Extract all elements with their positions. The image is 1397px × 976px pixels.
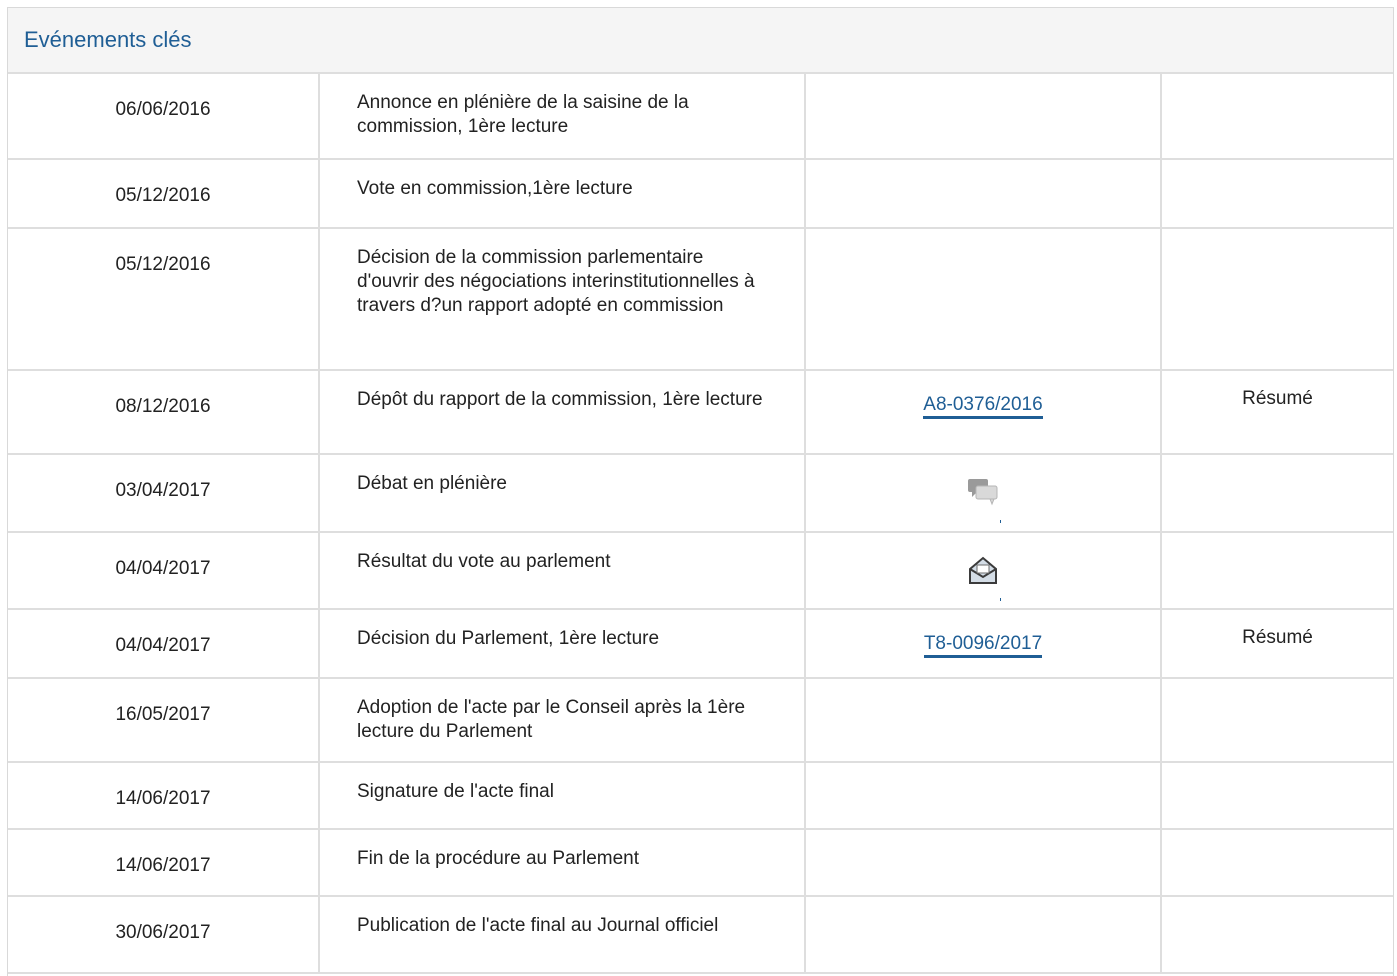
- event-date: 04/04/2017: [8, 532, 320, 610]
- panel-title: Evénements clés: [24, 27, 192, 52]
- event-document-cell: [805, 74, 1162, 160]
- event-description: Signature de l'acte final: [319, 762, 806, 830]
- event-row: 04/04/2017 Résultat du vote au parlement: [8, 532, 1393, 610]
- event-description: Annonce en plénière de la saisine de la …: [319, 74, 806, 160]
- event-description: Résultat du vote au parlement: [319, 532, 806, 610]
- event-row: 16/05/2017 Adoption de l'acte par le Cons…: [8, 678, 1393, 763]
- event-document-cell: [805, 454, 1162, 533]
- event-document-cell: [805, 829, 1162, 897]
- event-date: 14/06/2017: [8, 762, 320, 830]
- event-row: 14/06/2017 Fin de la procédure au Parleme…: [8, 829, 1393, 897]
- events-table: 06/06/2016 Annonce en plénière de la sais…: [8, 74, 1393, 974]
- event-summary: [1161, 678, 1393, 763]
- event-document-cell: [805, 678, 1162, 763]
- event-description: Dépôt du rapport de la commission, 1ère …: [319, 370, 806, 455]
- event-description: Fin de la procédure au Parlement: [319, 829, 806, 897]
- event-description: Débat en plénière: [319, 454, 806, 533]
- event-document-cell: [805, 228, 1162, 371]
- ballot-box-vote-icon[interactable]: [966, 553, 1000, 587]
- event-row: 05/12/2016 Vote en commission,1ère lectur…: [8, 159, 1393, 229]
- event-summary[interactable]: Résumé: [1161, 370, 1393, 455]
- event-summary: [1161, 762, 1393, 830]
- event-row: 06/06/2016 Annonce en plénière de la sais…: [8, 74, 1393, 160]
- panel-header: Evénements clés: [8, 8, 1393, 74]
- event-date: 04/04/2017: [8, 609, 320, 679]
- document-reference-link[interactable]: A8-0376/2016: [923, 394, 1043, 419]
- key-events-panel: Evénements clés 06/06/2016 Annonce en plé…: [7, 7, 1394, 976]
- event-document-cell: [805, 532, 1162, 610]
- event-row: 05/12/2016 Décision de la commission parl…: [8, 228, 1393, 371]
- document-reference-link[interactable]: T8-0096/2017: [923, 633, 1043, 658]
- event-document-cell: T8-0096/2017: [805, 609, 1162, 679]
- event-date: 08/12/2016: [8, 370, 320, 455]
- event-date: 03/04/2017: [8, 454, 320, 533]
- event-description: Vote en commission,1ère lecture: [319, 159, 806, 229]
- event-date: 30/06/2017: [8, 896, 320, 974]
- event-summary: [1161, 896, 1393, 974]
- icon-link-marker: [999, 520, 1001, 523]
- event-document-cell: [805, 896, 1162, 974]
- event-date: 06/06/2016: [8, 74, 320, 160]
- event-description: Décision de la commission parlementaire …: [319, 228, 806, 371]
- event-row: 03/04/2017 Débat en plénière: [8, 454, 1393, 533]
- event-row: 04/04/2017 Décision du Parlement, 1ère le…: [8, 609, 1393, 679]
- event-document-cell: [805, 159, 1162, 229]
- event-description: Publication de l'acte final au Journal o…: [319, 896, 806, 974]
- event-summary: [1161, 159, 1393, 229]
- event-row: 30/06/2017 Publication de l'acte final au…: [8, 896, 1393, 974]
- event-description: Adoption de l'acte par le Conseil après …: [319, 678, 806, 763]
- event-date: 05/12/2016: [8, 159, 320, 229]
- event-row: 08/12/2016 Dépôt du rapport de la commiss…: [8, 370, 1393, 455]
- event-date: 05/12/2016: [8, 228, 320, 371]
- event-row: 14/06/2017 Signature de l'acte final: [8, 762, 1393, 830]
- event-document-cell: A8-0376/2016: [805, 370, 1162, 455]
- event-date: 14/06/2017: [8, 829, 320, 897]
- event-document-cell: [805, 762, 1162, 830]
- debate-speech-bubbles-icon[interactable]: [966, 475, 1000, 509]
- event-summary[interactable]: Résumé: [1161, 609, 1393, 679]
- event-description: Décision du Parlement, 1ère lecture: [319, 609, 806, 679]
- event-summary: [1161, 454, 1393, 533]
- icon-link-marker: [999, 598, 1001, 601]
- event-summary: [1161, 74, 1393, 160]
- event-date: 16/05/2017: [8, 678, 320, 763]
- event-summary: [1161, 829, 1393, 897]
- event-summary: [1161, 228, 1393, 371]
- events-table-body: 06/06/2016 Annonce en plénière de la sais…: [8, 74, 1393, 974]
- event-summary: [1161, 532, 1393, 610]
